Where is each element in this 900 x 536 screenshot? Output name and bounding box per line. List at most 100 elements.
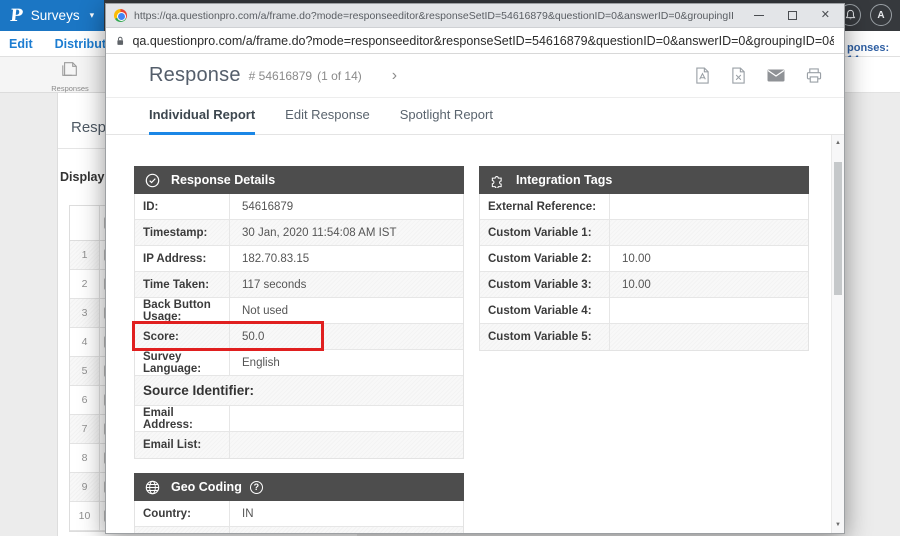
integration-tags-header: Integration Tags <box>479 166 809 194</box>
screen: P Surveys ▾ A Edit Distribute ponses: 14… <box>0 0 900 536</box>
row-value: 10.00 <box>610 272 808 297</box>
page-strip <box>845 57 900 93</box>
row-label: Region: <box>135 527 230 533</box>
responses-icon <box>60 60 80 78</box>
lock-icon <box>116 35 124 47</box>
row-value <box>230 406 463 431</box>
row-number: 1 <box>70 241 100 269</box>
row-value <box>610 194 808 219</box>
toolbar-item-responses[interactable]: Responses <box>48 60 92 93</box>
table-row: Custom Variable 1: <box>480 220 808 246</box>
tab-individual-report[interactable]: Individual Report <box>149 98 255 135</box>
response-details-table: ID:54616879Timestamp:30 Jan, 2020 11:54:… <box>134 194 464 459</box>
row-label: Custom Variable 3: <box>480 272 610 297</box>
print-icon[interactable] <box>806 68 822 83</box>
check-circle-icon <box>145 173 160 188</box>
globe-icon <box>145 480 160 495</box>
row-label: Custom Variable 5: <box>480 324 610 350</box>
row-value: 10.00 <box>610 246 808 271</box>
row-value <box>610 324 808 350</box>
chevron-down-icon: ▾ <box>90 10 95 21</box>
window-title-bar[interactable]: https://qa.questionpro.com/a/frame.do?mo… <box>106 4 844 28</box>
row-value <box>610 298 808 323</box>
menu-item-edit[interactable]: Edit <box>9 37 33 51</box>
address-bar[interactable]: qa.questionpro.com/a/frame.do?mode=respo… <box>106 28 844 54</box>
toolbar-item-label: Responses <box>48 84 92 93</box>
tab-edit-response[interactable]: Edit Response <box>285 98 370 135</box>
row-number: 2 <box>70 270 100 298</box>
table-row: Country:IN <box>135 501 463 527</box>
table-row: Custom Variable 2:10.00 <box>480 246 808 272</box>
right-column: Integration Tags External Reference:Cust… <box>479 166 809 533</box>
table-row: External Reference: <box>480 194 808 220</box>
address-url: qa.questionpro.com/a/frame.do?mode=respo… <box>132 34 834 48</box>
row-label: Timestamp: <box>135 220 230 245</box>
section-title: Response Details <box>171 173 275 187</box>
row-label: Survey Language: <box>135 350 230 375</box>
response-id: # 54616879 <box>249 69 312 83</box>
row-value: 50.0 <box>230 324 463 349</box>
window-title-url: https://qa.questionpro.com/a/frame.do?mo… <box>134 10 733 22</box>
excel-export-icon[interactable] <box>731 67 746 84</box>
table-row: Custom Variable 4: <box>480 298 808 324</box>
questionpro-logo-icon: P <box>9 6 24 26</box>
response-header: Response # 54616879 (1 of 14) › <box>106 54 844 98</box>
row-label: Email Address: <box>135 406 230 431</box>
row-value: 30 Jan, 2020 11:54:08 AM IST <box>230 220 463 245</box>
integration-tags-table: External Reference:Custom Variable 1:Cus… <box>479 194 809 351</box>
geo-coding-table: Country:INRegion:16 <box>134 501 464 533</box>
row-number-header <box>70 206 100 240</box>
avatar[interactable]: A <box>870 4 892 26</box>
table-row: Back Button Usage:Not used <box>135 298 463 324</box>
integration-puzzle-icon <box>490 173 505 188</box>
product-label: Surveys <box>31 8 80 23</box>
row-label: IP Address: <box>135 246 230 271</box>
row-label: Email List: <box>135 432 230 458</box>
table-row: ID:54616879 <box>135 194 463 220</box>
chrome-favicon-icon <box>114 9 127 22</box>
tab-spotlight-report[interactable]: Spotlight Report <box>400 98 493 135</box>
close-button[interactable]: ✕ <box>821 10 830 21</box>
left-column: Response Details ID:54616879Timestamp:30… <box>134 166 464 533</box>
row-label: Back Button Usage: <box>135 298 230 323</box>
pdf-export-icon[interactable] <box>695 67 710 84</box>
row-number: 10 <box>70 502 100 530</box>
avatar-initial: A <box>877 10 884 21</box>
maximize-button[interactable] <box>788 11 797 20</box>
table-row: Email List: <box>135 432 463 458</box>
table-row: Timestamp:30 Jan, 2020 11:54:08 AM IST <box>135 220 463 246</box>
modal-scrollbar[interactable]: ▲ ▼ <box>831 135 844 533</box>
table-row: Custom Variable 3:10.00 <box>480 272 808 298</box>
row-value: 54616879 <box>230 194 463 219</box>
row-label: Custom Variable 2: <box>480 246 610 271</box>
row-number: 5 <box>70 357 100 385</box>
row-label: ID: <box>135 194 230 219</box>
table-row: IP Address:182.70.83.15 <box>135 246 463 272</box>
row-label: Custom Variable 4: <box>480 298 610 323</box>
scroll-up-icon[interactable]: ▲ <box>832 137 844 149</box>
email-icon[interactable] <box>767 69 785 82</box>
table-row: Time Taken:117 seconds <box>135 272 463 298</box>
display-label: Display <box>60 170 104 184</box>
table-row: Survey Language:English <box>135 350 463 376</box>
table-row: Email Address: <box>135 406 463 432</box>
scrollbar-thumb[interactable] <box>834 162 842 295</box>
row-label: Country: <box>135 501 230 526</box>
scroll-down-icon[interactable]: ▼ <box>832 519 844 531</box>
response-editor-window: https://qa.questionpro.com/a/frame.do?mo… <box>105 3 845 534</box>
row-number: 7 <box>70 415 100 443</box>
minimize-button[interactable] <box>754 15 764 16</box>
row-number: 3 <box>70 299 100 327</box>
report-tabs: Individual Report Edit Response Spotlight … <box>106 98 844 135</box>
geo-coding-header: Geo Coding ? <box>134 473 464 501</box>
section-title: Geo Coding <box>171 480 242 494</box>
surveys-product-switcher[interactable]: P Surveys ▾ <box>0 0 104 31</box>
table-row: Custom Variable 5: <box>480 324 808 350</box>
help-icon[interactable]: ? <box>250 481 263 494</box>
row-value <box>610 220 808 245</box>
row-value: Not used <box>230 298 463 323</box>
bell-icon <box>845 9 856 21</box>
row-label: Custom Variable 1: <box>480 220 610 245</box>
row-value: IN <box>230 501 463 526</box>
next-response-chevron[interactable]: › <box>392 67 397 85</box>
